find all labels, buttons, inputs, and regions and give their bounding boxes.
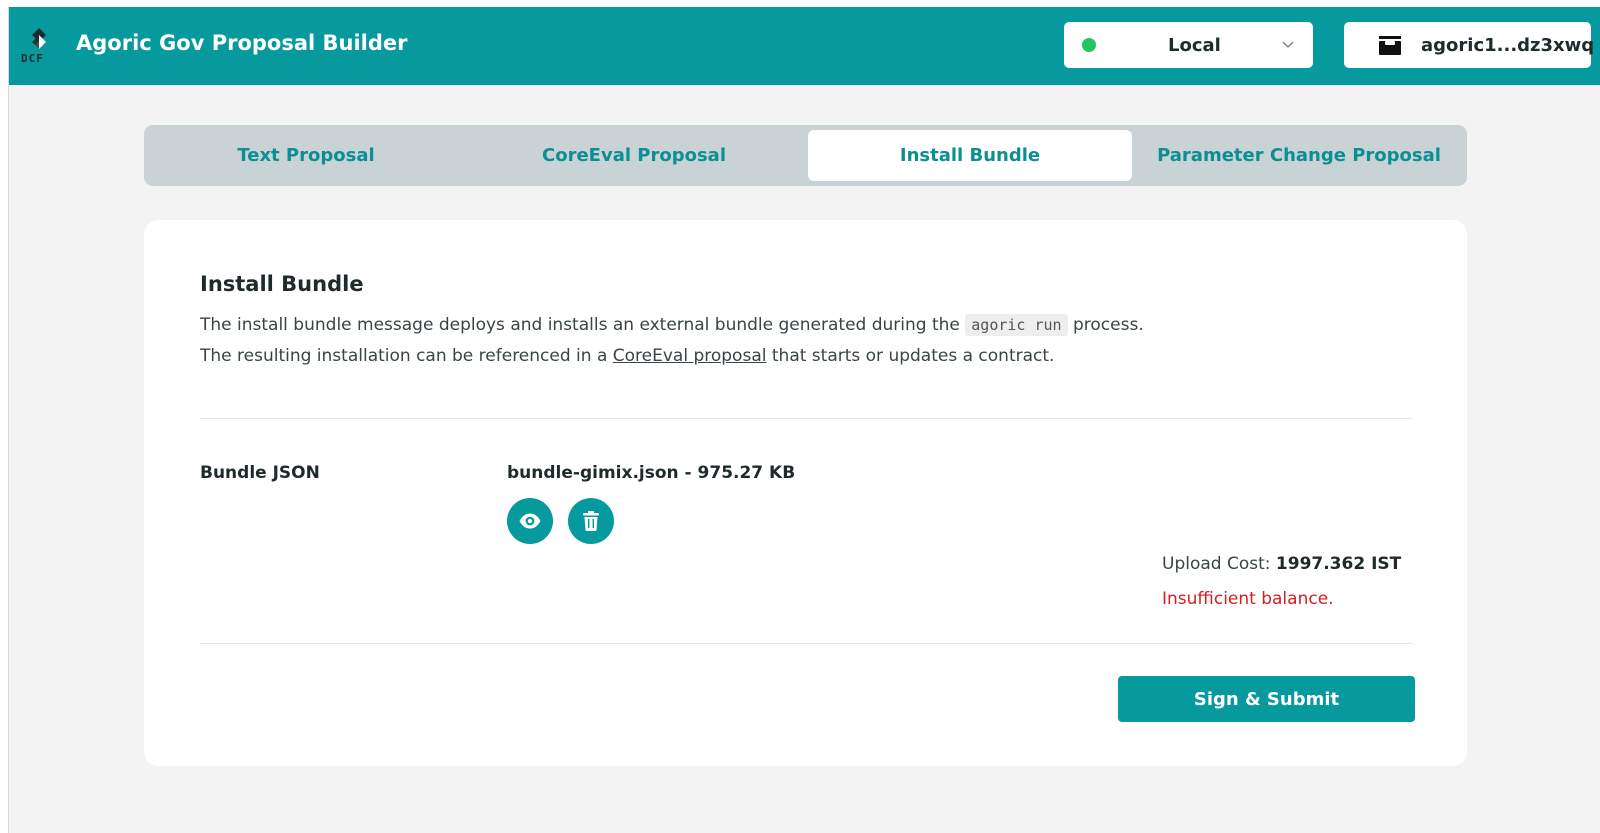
wallet-icon [1379,36,1401,55]
app-window: DCF Agoric Gov Proposal Builder Local ag… [8,7,1600,833]
desc-text-3: that starts or updates a contract. [766,346,1055,366]
network-label: Local [1168,35,1221,56]
app-header: DCF Agoric Gov Proposal Builder Local ag… [9,7,1600,85]
view-bundle-button[interactable] [507,498,553,544]
tab-parameter-change-proposal[interactable]: Parameter Change Proposal [1137,130,1461,181]
install-bundle-card: Install Bundle The install bundle messag… [144,220,1467,766]
desc-text-1: The install bundle message deploys and i… [200,315,966,335]
tab-install-bundle[interactable]: Install Bundle [808,130,1132,181]
section-title: Install Bundle [200,272,364,296]
upload-cost-value: 1997.362 IST [1275,554,1402,574]
insufficient-balance-error: Insufficient balance. [1162,589,1334,609]
network-status-dot [1082,38,1096,52]
coreeval-proposal-link[interactable]: CoreEval proposal [613,346,767,366]
logo-text: DCF [21,52,44,65]
agoric-run-code: agoric run [965,314,1068,336]
wallet-button[interactable]: agoric1...dz3xwq [1344,22,1595,68]
chevron-down-icon [1282,41,1294,49]
wallet-address: agoric1...dz3xwq [1421,35,1595,56]
tab-coreeval-proposal[interactable]: CoreEval Proposal [472,130,796,181]
proposal-tabs: Text Proposal CoreEval Proposal Install … [144,125,1467,186]
sign-submit-button[interactable]: Sign & Submit [1118,676,1415,722]
app-title: Agoric Gov Proposal Builder [76,31,408,55]
network-select[interactable]: Local [1064,22,1313,68]
dcf-logo: DCF [19,25,59,67]
bundle-file-name: bundle-gimix.json - 975.27 KB [507,463,796,483]
divider [200,643,1412,644]
delete-bundle-button[interactable] [568,498,614,544]
upload-cost: Upload Cost: 1997.362 IST [1162,554,1401,574]
tab-text-proposal[interactable]: Text Proposal [144,130,468,181]
divider [200,418,1412,419]
section-description: The install bundle message deploys and i… [200,310,1150,372]
upload-cost-label: Upload Cost: [1162,554,1276,574]
bundle-json-label: Bundle JSON [200,463,320,483]
eye-icon [519,513,541,529]
trash-icon [583,511,599,531]
